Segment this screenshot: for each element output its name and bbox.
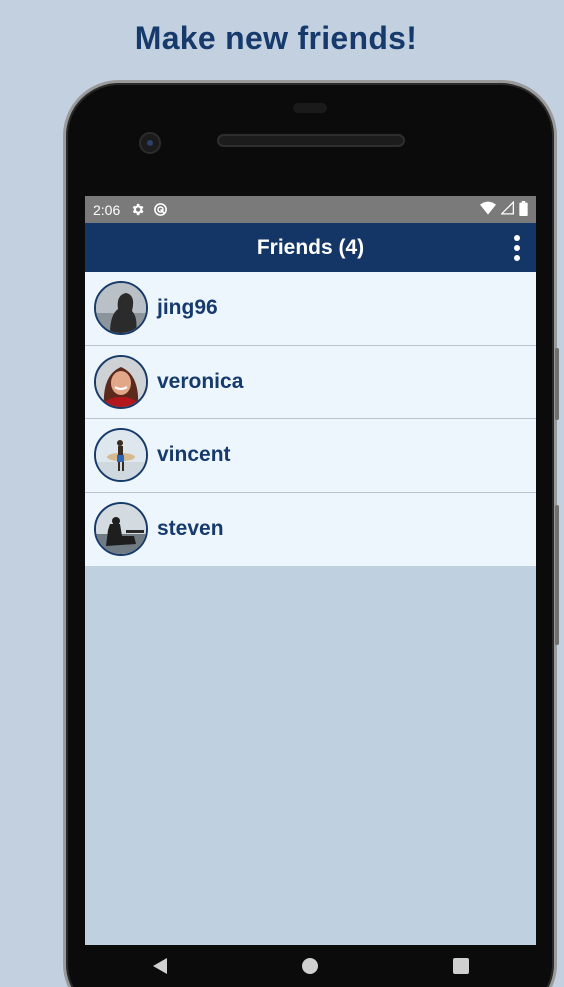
promo-headline: Make new friends! <box>134 20 418 56</box>
friend-row[interactable]: jing96 <box>85 272 536 346</box>
friend-username: steven <box>157 517 224 541</box>
page-title: Friends (4) <box>256 235 365 259</box>
friend-row[interactable]: veronica <box>85 346 536 419</box>
settings-icon <box>130 202 145 217</box>
recents-icon[interactable] <box>452 958 469 974</box>
sync-icon <box>153 202 168 217</box>
friend-username: veronica <box>157 369 244 393</box>
wifi-icon <box>480 201 496 218</box>
volume-button <box>555 348 559 420</box>
status-bar: 2:06 <box>85 196 536 223</box>
friend-username: jing96 <box>157 296 218 320</box>
status-time: 2:06 <box>93 201 121 218</box>
more-vert-icon[interactable] <box>510 233 524 263</box>
power-button <box>555 505 559 645</box>
friend-row[interactable]: steven <box>85 493 536 567</box>
avatar[interactable] <box>94 428 148 483</box>
home-icon[interactable] <box>301 958 318 974</box>
back-icon[interactable] <box>152 958 167 974</box>
app-bar: Friends (4) <box>85 223 536 272</box>
friend-row[interactable]: vincent <box>85 419 536 493</box>
friend-username: vincent <box>157 443 231 467</box>
signal-icon <box>500 200 514 218</box>
system-nav-bar <box>85 945 536 987</box>
avatar[interactable] <box>94 281 148 336</box>
menu-dot <box>514 245 520 251</box>
proximity-sensor <box>293 103 327 113</box>
phone-screen: 2:06 Friends (4) jing96 veronica vincent… <box>85 196 536 945</box>
battery-icon <box>519 200 528 219</box>
avatar[interactable] <box>94 502 148 557</box>
earpiece-speaker <box>217 134 405 147</box>
menu-dot <box>514 235 520 241</box>
friends-list: jing96 veronica vincent steven <box>85 272 536 566</box>
menu-dot <box>514 255 520 261</box>
avatar[interactable] <box>94 354 148 409</box>
front-camera <box>139 132 161 154</box>
